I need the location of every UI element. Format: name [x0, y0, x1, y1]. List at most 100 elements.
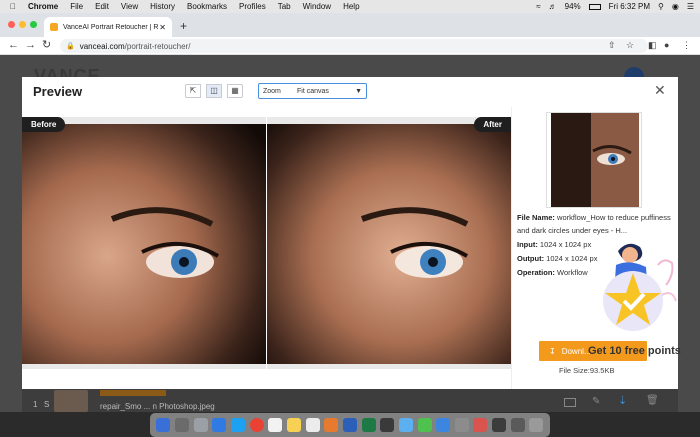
- activity-monitor-icon[interactable]: [492, 418, 507, 432]
- messages-icon[interactable]: [398, 418, 413, 432]
- reminders-icon[interactable]: [305, 418, 320, 432]
- before-label: Before: [22, 117, 66, 132]
- menu-history[interactable]: History: [150, 2, 175, 11]
- excel-icon[interactable]: [361, 418, 376, 432]
- apple-icon[interactable]: : [10, 2, 16, 11]
- mail-icon[interactable]: [436, 418, 451, 432]
- preview-modal: Preview ⇱ ◫ ▦ Zoom Fit canvas ▼ ✕ Before…: [22, 77, 681, 389]
- macos-dock: [150, 413, 550, 437]
- menu-help[interactable]: Help: [343, 2, 359, 11]
- share-icon[interactable]: ⇧: [608, 38, 616, 52]
- row-delete-icon[interactable]: 🗑: [646, 395, 659, 406]
- address-bar[interactable]: 🔒 vanceai.com /portrait-retoucher/: [60, 39, 648, 53]
- row-download-icon[interactable]: ⇣: [618, 394, 627, 407]
- row-edit-icon[interactable]: ✎: [592, 396, 600, 407]
- minimize-window-icon[interactable]: [19, 21, 26, 28]
- file-list-row: 1 S repair_Smo ... n Photoshop.jpeg ✎ ⇣ …: [22, 388, 678, 412]
- search-icon[interactable]: ⚲: [658, 2, 664, 11]
- input-label: Input:: [517, 240, 538, 249]
- menu-view[interactable]: View: [121, 2, 138, 11]
- menu-file[interactable]: File: [70, 2, 83, 11]
- app-store-icon[interactable]: [212, 418, 227, 432]
- chevron-down-icon: ▼: [355, 87, 362, 95]
- before-pane[interactable]: Before: [22, 117, 266, 369]
- file-size: File Size:93.5KB: [559, 366, 615, 375]
- tab-close-icon[interactable]: ✕: [159, 23, 166, 32]
- close-window-icon[interactable]: [8, 21, 15, 28]
- menu-chrome[interactable]: Chrome: [28, 2, 58, 11]
- bookmark-star-icon[interactable]: ☆: [626, 38, 634, 52]
- notes-icon[interactable]: [286, 418, 301, 432]
- zoom-value: Fit canvas: [297, 87, 329, 95]
- zoom-window-icon[interactable]: [30, 21, 37, 28]
- music-icon[interactable]: [473, 418, 488, 432]
- new-tab-button[interactable]: +: [180, 19, 187, 33]
- split-view-icon[interactable]: ◫: [206, 84, 222, 98]
- row-number: 1: [33, 400, 38, 409]
- input-row: Input: 1024 x 1024 px: [517, 238, 591, 251]
- back-icon[interactable]: ←: [8, 38, 19, 52]
- trash-icon[interactable]: [529, 418, 544, 432]
- chrome-menu-icon[interactable]: ⋮: [682, 38, 691, 52]
- control-center-icon[interactable]: ◉: [672, 2, 679, 11]
- file-name-label: File Name:: [517, 213, 555, 222]
- system-settings-icon[interactable]: [193, 418, 208, 432]
- menu-tab[interactable]: Tab: [278, 2, 291, 11]
- side-by-side-icon[interactable]: ▦: [227, 84, 243, 98]
- after-photo: [267, 124, 511, 364]
- zoom-select[interactable]: Zoom Fit canvas ▼: [258, 83, 367, 99]
- battery-percent[interactable]: 94%: [565, 2, 581, 11]
- download-button-label: Downl...: [561, 346, 591, 356]
- tab-title: VanceAI Portrait Retoucher | R...: [63, 23, 160, 31]
- close-icon[interactable]: ✕: [654, 82, 666, 99]
- row-label: S: [44, 400, 50, 409]
- thumbnail-photo: [547, 113, 641, 207]
- download-icon: ↧: [549, 346, 556, 356]
- row-thumbnail: [54, 390, 88, 412]
- safari-icon[interactable]: [230, 418, 245, 432]
- battery-icon[interactable]: [588, 3, 601, 10]
- terminal-icon[interactable]: [380, 418, 395, 432]
- file-name-row: File Name: workflow_How to reduce puffin…: [517, 211, 675, 237]
- preview-app-icon[interactable]: [454, 418, 469, 432]
- word-icon[interactable]: [342, 418, 357, 432]
- before-photo: [22, 124, 266, 364]
- finder-icon[interactable]: [156, 418, 171, 432]
- operation-value: Workflow: [557, 268, 588, 277]
- after-pane[interactable]: After: [267, 117, 511, 369]
- downloads-folder-icon[interactable]: [510, 418, 525, 432]
- menu-edit[interactable]: Edit: [95, 2, 109, 11]
- status-area: ≈ ♬ 94% Fri 6:32 PM ⚲ ◉ ☰: [536, 0, 694, 13]
- menu-window[interactable]: Window: [303, 2, 331, 11]
- clock[interactable]: Fri 6:32 PM: [609, 2, 650, 11]
- favicon-icon: [50, 23, 58, 31]
- volume-icon[interactable]: ♬: [549, 2, 557, 11]
- output-label: Output:: [517, 254, 545, 263]
- lock-icon[interactable]: 🔒: [66, 42, 75, 50]
- operation-label: Operation:: [517, 268, 555, 277]
- url-path: /portrait-retoucher/: [124, 41, 191, 51]
- menu-profiles[interactable]: Profiles: [239, 2, 266, 11]
- reload-icon[interactable]: ↻: [42, 38, 51, 52]
- output-row: Output: 1024 x 1024 px: [517, 252, 597, 265]
- forward-icon[interactable]: →: [25, 38, 36, 52]
- menu-extras-icon[interactable]: ☰: [687, 2, 694, 11]
- expand-icon[interactable]: ⇱: [185, 84, 201, 98]
- row-compare-icon[interactable]: [564, 398, 576, 407]
- wifi-icon[interactable]: ≈: [536, 2, 540, 11]
- facetime-icon[interactable]: [417, 418, 432, 432]
- side-panel-icon[interactable]: ◧: [648, 38, 657, 52]
- profile-icon[interactable]: ●: [664, 38, 669, 52]
- browser-tab[interactable]: VanceAI Portrait Retoucher | R... ✕: [44, 17, 172, 37]
- launchpad-icon[interactable]: [174, 418, 189, 432]
- url-host: vanceai.com: [79, 41, 125, 51]
- macos-menu-bar:  Chrome File Edit View History Bookmark…: [0, 0, 700, 13]
- row-filename: repair_Smo ... n Photoshop.jpeg: [100, 402, 215, 411]
- calendar-icon[interactable]: [268, 418, 283, 432]
- promo-text[interactable]: Get 10 free points: [588, 345, 681, 357]
- menu-bookmarks[interactable]: Bookmarks: [187, 2, 227, 11]
- photos-icon[interactable]: [324, 418, 339, 432]
- chrome-icon[interactable]: [249, 418, 264, 432]
- row-status-bar: [100, 390, 166, 396]
- input-value: 1024 x 1024 px: [539, 240, 592, 249]
